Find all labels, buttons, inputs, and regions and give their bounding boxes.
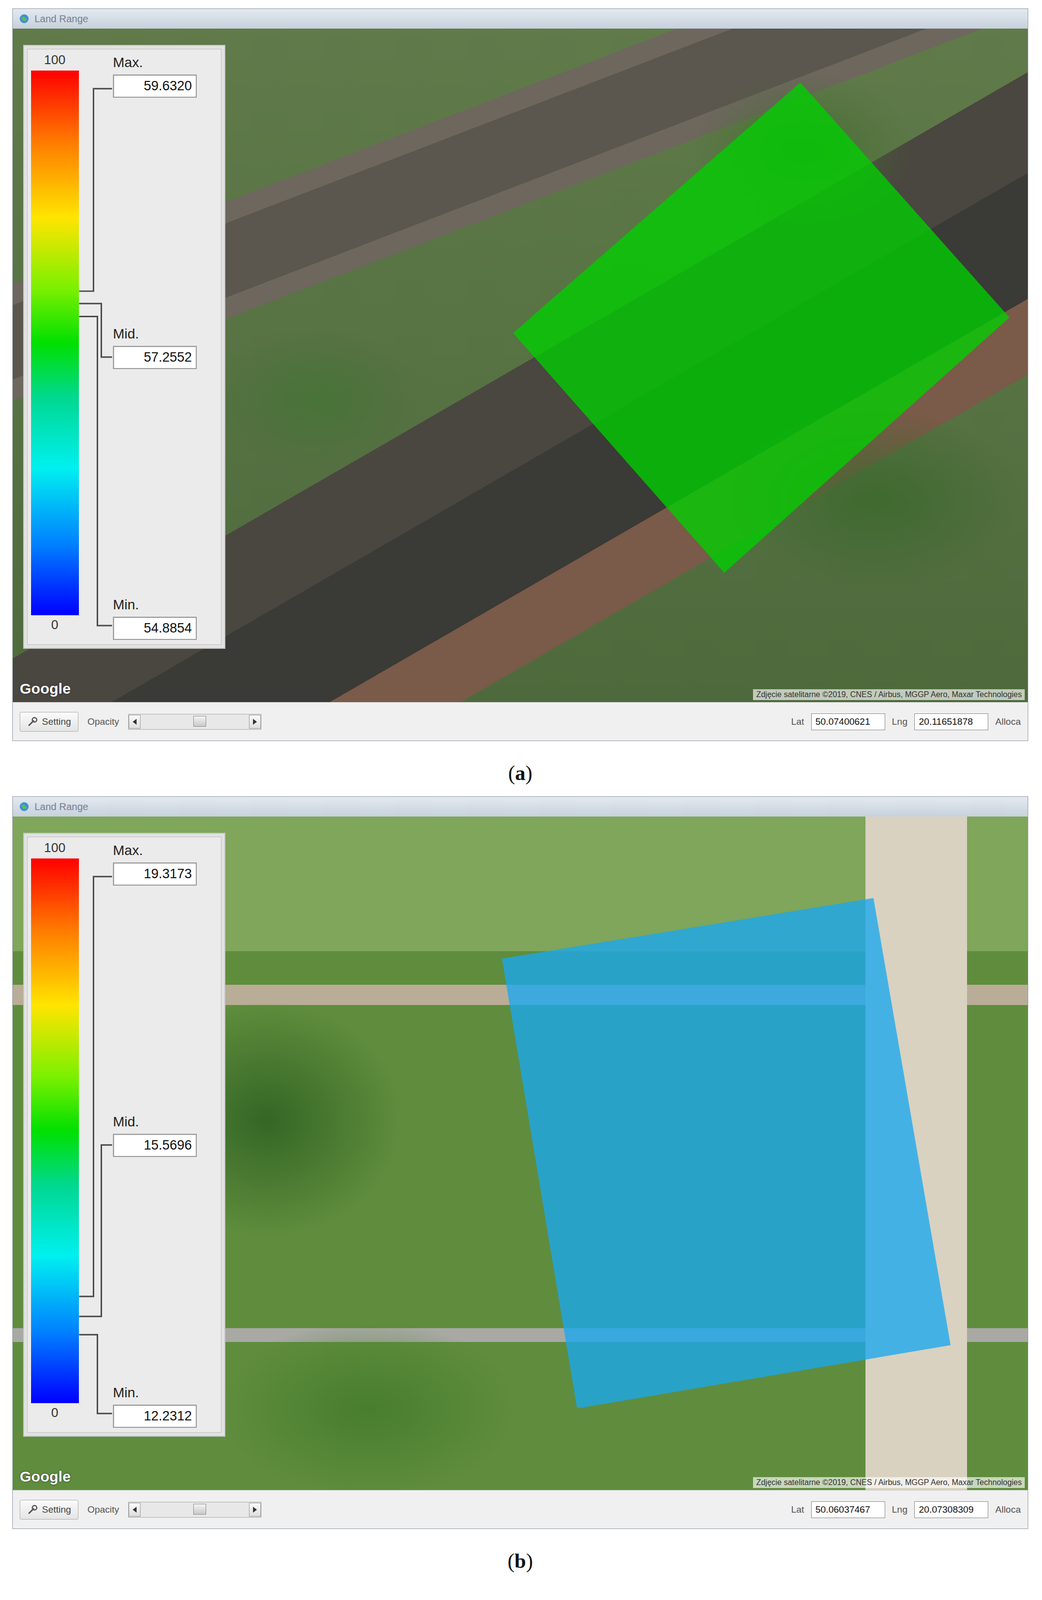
slider-thumb[interactable] bbox=[193, 715, 207, 727]
color-legend: 100 0 Max. 59.6320 Mid. 57.2552 Min. 54.8854 bbox=[23, 44, 226, 649]
marker-connector bbox=[78, 1144, 112, 1316]
lng-field[interactable]: 20.11651878 bbox=[914, 713, 989, 730]
figure: Land Range Google Zdjęcie satelitarne ©201… bbox=[0, 0, 1042, 1584]
slider-right-button[interactable] bbox=[249, 714, 261, 729]
window-title: Land Range bbox=[34, 800, 89, 813]
title-bar: Land Range bbox=[12, 796, 1028, 817]
opacity-label: Opacity bbox=[87, 1503, 119, 1515]
legend-marker: Max. 19.3173 bbox=[112, 842, 215, 886]
slider-thumb[interactable] bbox=[193, 1503, 207, 1514]
marker-column: Max. 19.3173 Mid. 15.5696 Min. 12.2312 bbox=[112, 836, 215, 1436]
left-arrow-icon bbox=[132, 718, 138, 725]
figure-caption: (a) bbox=[12, 740, 1029, 796]
legend-marker: Mid. 57.2552 bbox=[112, 325, 215, 369]
marker-connector bbox=[78, 316, 112, 626]
window-title: Land Range bbox=[34, 13, 89, 25]
marker-connector bbox=[78, 876, 112, 1296]
wrench-icon bbox=[27, 716, 38, 727]
marker-label: Min. bbox=[112, 596, 215, 613]
scale-column: 100 0 bbox=[27, 836, 83, 1436]
map-view[interactable]: Google Zdjęcie satelitarne ©2019, CNES / … bbox=[12, 816, 1028, 1490]
marker-value-field[interactable]: 15.5696 bbox=[112, 1133, 197, 1157]
slider-right-button[interactable] bbox=[249, 1502, 261, 1516]
color-scale bbox=[31, 70, 79, 615]
right-arrow-icon bbox=[252, 1506, 258, 1512]
marker-label: Min. bbox=[112, 1384, 215, 1401]
legend-connectors bbox=[24, 833, 225, 1436]
color-scale bbox=[31, 858, 79, 1403]
legend-marker: Min. 12.2312 bbox=[112, 1384, 215, 1428]
coordinates: Lat 50.07400621 Lng 20.11651878 Alloca bbox=[790, 713, 1021, 730]
map-attribution: Zdjęcie satelitarne ©2019, CNES / Airbus… bbox=[753, 688, 1025, 700]
left-arrow-icon bbox=[132, 1506, 138, 1512]
legend-connectors bbox=[24, 45, 225, 648]
right-arrow-icon bbox=[252, 718, 258, 725]
legend-marker: Mid. 15.5696 bbox=[112, 1113, 215, 1157]
marker-value-field[interactable]: 54.8854 bbox=[112, 616, 197, 640]
map-attribution: Zdjęcie satelitarne ©2019, CNES / Airbus… bbox=[753, 1476, 1025, 1488]
opacity-slider[interactable] bbox=[128, 713, 262, 730]
app-window: Land Range Google Zdjęcie satelitarne ©201… bbox=[12, 795, 1029, 1529]
lat-field[interactable]: 50.06037467 bbox=[811, 1500, 886, 1518]
slider-track[interactable] bbox=[140, 714, 250, 729]
scale-top-label: 100 bbox=[31, 836, 79, 859]
legend-marker: Min. 54.8854 bbox=[112, 596, 215, 640]
marker-connector bbox=[78, 303, 112, 358]
setting-button[interactable]: Setting bbox=[19, 1499, 79, 1519]
marker-label: Mid. bbox=[112, 325, 215, 342]
scale-top-label: 100 bbox=[31, 48, 79, 71]
bottom-toolbar: Setting Opacity Lat 50.06037467 Lng 20.073083… bbox=[12, 1489, 1028, 1528]
title-bar: Land Range bbox=[12, 8, 1028, 29]
app-globe-icon bbox=[18, 13, 30, 25]
lat-field[interactable]: 50.07400621 bbox=[811, 713, 886, 730]
slider-track[interactable] bbox=[140, 1502, 250, 1516]
lng-label: Lng bbox=[892, 716, 908, 727]
bottom-toolbar: Setting Opacity Lat 50.07400621 Lng 20.116518… bbox=[12, 701, 1028, 741]
slider-left-button[interactable] bbox=[128, 1502, 141, 1516]
opacity-label: Opacity bbox=[87, 716, 119, 727]
marker-label: Max. bbox=[112, 842, 215, 859]
color-legend: 100 0 Max. 19.3173 Mid. 15.5696 Min. 12.2312 bbox=[23, 832, 226, 1437]
caption-close: ) bbox=[526, 1548, 534, 1572]
google-watermark: Google bbox=[19, 680, 71, 697]
opacity-slider[interactable] bbox=[128, 1501, 262, 1517]
app-globe-icon bbox=[18, 800, 30, 812]
coordinates: Lat 50.06037467 Lng 20.07308309 Alloca bbox=[790, 1500, 1021, 1518]
wrench-icon bbox=[27, 1503, 38, 1515]
marker-value-field[interactable]: 59.6320 bbox=[112, 74, 197, 98]
lat-label: Lat bbox=[790, 1503, 804, 1515]
slider-left-button[interactable] bbox=[128, 714, 141, 729]
caption-close: ) bbox=[525, 761, 533, 785]
marker-column: Max. 59.6320 Mid. 57.2552 Min. 54.8854 bbox=[112, 48, 215, 648]
marker-label: Max. bbox=[112, 54, 215, 71]
caption-letter: b bbox=[514, 1548, 526, 1572]
marker-connector bbox=[78, 88, 112, 291]
figure-caption: (b) bbox=[12, 1528, 1029, 1584]
marker-value-field[interactable]: 12.2312 bbox=[112, 1403, 197, 1428]
map-view[interactable]: Google Zdjęcie satelitarne ©2019, CNES / … bbox=[12, 28, 1028, 702]
legend-marker: Max. 59.6320 bbox=[112, 54, 215, 98]
setting-label: Setting bbox=[41, 1503, 72, 1515]
lng-label: Lng bbox=[892, 1503, 908, 1515]
overlay-polygon[interactable] bbox=[513, 82, 1010, 573]
app-window: Land Range Google Zdjęcie satelitarne ©201… bbox=[12, 8, 1029, 741]
caption-letter: a bbox=[515, 761, 526, 785]
overlay-polygon[interactable] bbox=[502, 898, 951, 1409]
scale-bottom-label: 0 bbox=[31, 1402, 79, 1436]
marker-value-field[interactable]: 19.3173 bbox=[112, 862, 197, 886]
allocation-label: Alloca bbox=[995, 1503, 1021, 1515]
lng-field[interactable]: 20.07308309 bbox=[914, 1500, 989, 1518]
scale-column: 100 0 bbox=[27, 48, 83, 648]
marker-value-field[interactable]: 57.2552 bbox=[112, 345, 197, 369]
caption-open: ( bbox=[507, 1548, 515, 1572]
marker-connector bbox=[78, 1334, 112, 1414]
caption-open: ( bbox=[508, 761, 516, 785]
setting-button[interactable]: Setting bbox=[19, 711, 79, 732]
setting-label: Setting bbox=[41, 716, 72, 727]
google-watermark: Google bbox=[19, 1467, 71, 1485]
scale-bottom-label: 0 bbox=[31, 614, 79, 648]
allocation-label: Alloca bbox=[995, 716, 1021, 727]
lat-label: Lat bbox=[790, 716, 804, 727]
marker-label: Mid. bbox=[112, 1113, 215, 1130]
